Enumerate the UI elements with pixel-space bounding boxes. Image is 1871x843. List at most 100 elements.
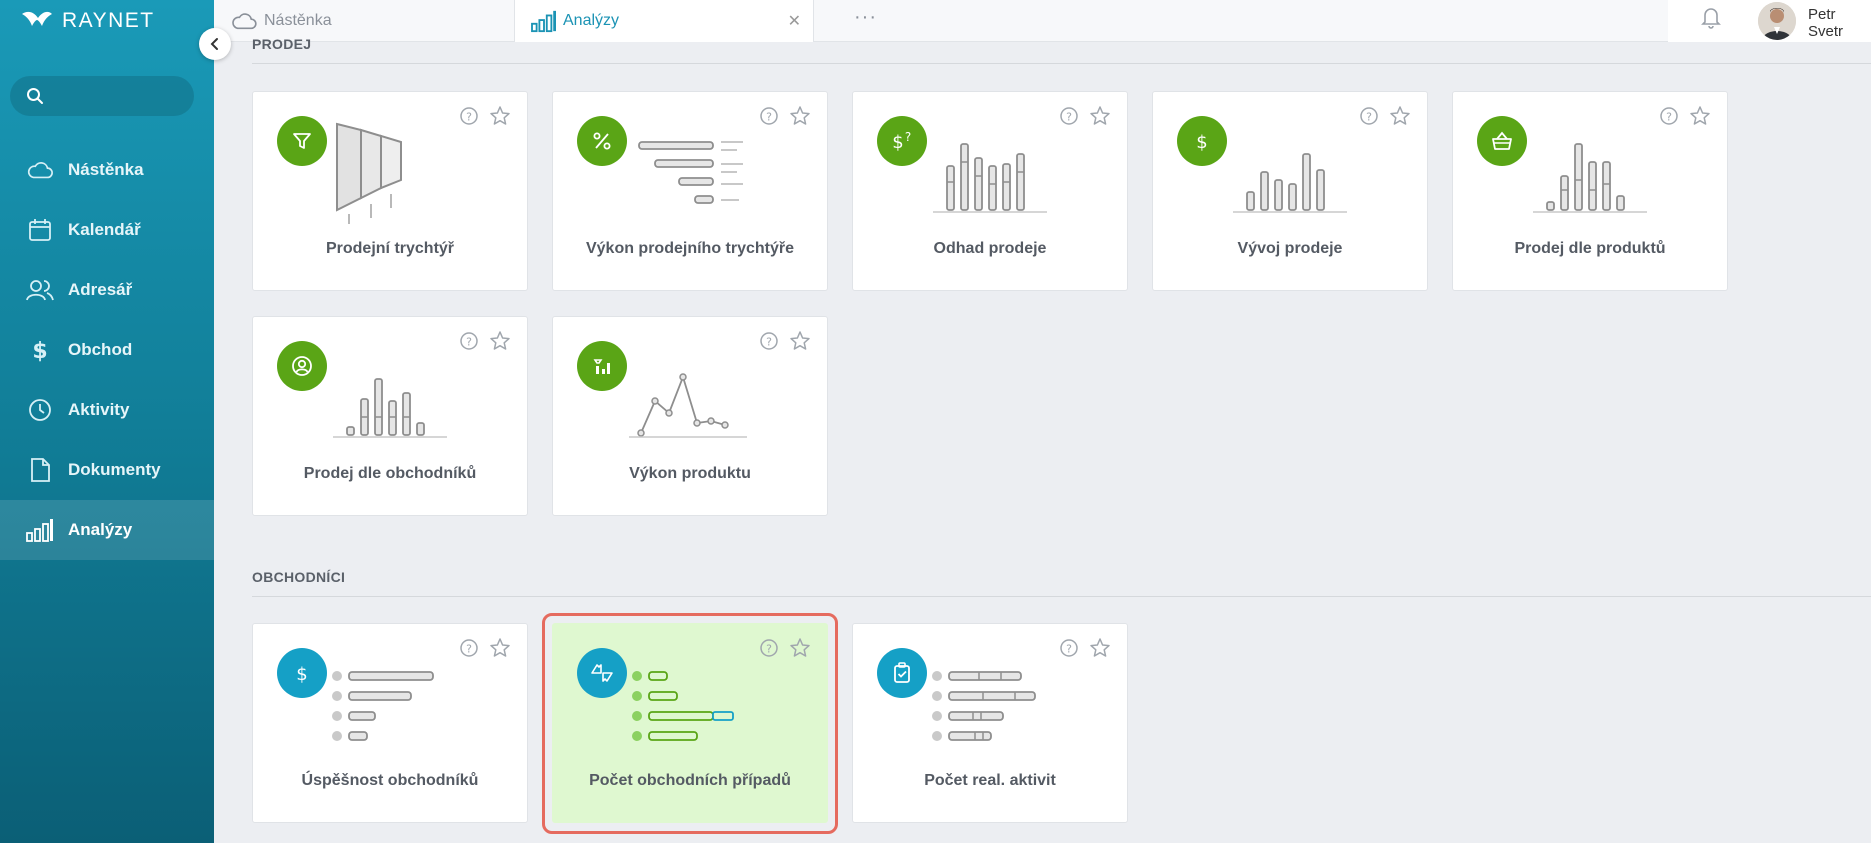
bar-chart-icon bbox=[531, 10, 556, 33]
logo-text: RAYNET bbox=[62, 9, 155, 32]
card-prodejni-trychtyr[interactable]: ? Prodejní trychtýř bbox=[252, 91, 528, 291]
card-uspesnost-obchodniku[interactable]: $ ? Úspěšnost obchodníků bbox=[252, 623, 528, 823]
card-prodej-dle-produktu[interactable]: ? Prodej dle produktů bbox=[1452, 91, 1728, 291]
star-icon[interactable] bbox=[489, 330, 511, 352]
sidebar-item-kalendar[interactable]: Kalendář bbox=[0, 200, 214, 260]
sidebar-item-analyzy[interactable]: Analýzy bbox=[0, 500, 214, 560]
user-area: Petr Svetr bbox=[1668, 0, 1871, 42]
funnel-icon bbox=[277, 116, 327, 166]
search-icon bbox=[27, 88, 43, 104]
section-divider bbox=[252, 63, 1871, 64]
chevron-left-icon bbox=[210, 38, 218, 50]
card-vyvoj-prodeje[interactable]: $ ? Vývoj prodeje bbox=[1152, 91, 1428, 291]
funnel-illustration bbox=[336, 122, 402, 224]
help-icon[interactable]: ? bbox=[1659, 106, 1679, 126]
sidebar-item-label: Nástěnka bbox=[68, 160, 144, 179]
card-pocet-real-aktivit[interactable]: ? Počet real. aktivit bbox=[852, 623, 1128, 823]
star-icon[interactable] bbox=[789, 330, 811, 352]
user-photo-icon bbox=[1758, 2, 1796, 40]
sidebar-item-nastenka[interactable]: Nástěnka bbox=[0, 140, 214, 200]
svg-text:?: ? bbox=[1066, 111, 1072, 124]
card-label: Prodej dle obchodníků bbox=[303, 465, 477, 482]
card-label: Úspěšnost obchodníků bbox=[301, 772, 479, 789]
sidebar-nav: Nástěnka Kalendář Adresář $ Obchod Aktiv… bbox=[0, 140, 214, 560]
calendar-icon bbox=[29, 219, 51, 241]
dollar-icon: $ bbox=[277, 648, 327, 698]
tab-label: Nástěnka bbox=[264, 12, 332, 29]
user-name[interactable]: Petr Svetr bbox=[1808, 6, 1871, 40]
sidebar-item-aktivity[interactable]: Aktivity bbox=[0, 380, 214, 440]
clock-icon bbox=[29, 399, 51, 421]
help-icon[interactable]: ? bbox=[459, 638, 479, 658]
raynet-logo-icon bbox=[22, 11, 52, 26]
card-vykon-prodejniho-trychtyre[interactable]: ? Výkon prodejního trychtýře bbox=[552, 91, 828, 291]
svg-text:$: $ bbox=[892, 132, 903, 153]
svg-text:?: ? bbox=[1666, 111, 1672, 124]
sales-by-salesperson-illustration bbox=[333, 378, 447, 438]
basket-icon bbox=[1477, 116, 1527, 166]
card-prodej-dle-obchodniku[interactable]: ? Prodej dle obchodníků bbox=[252, 316, 528, 516]
search-box[interactable] bbox=[10, 76, 194, 116]
star-icon[interactable] bbox=[489, 637, 511, 659]
card-label: Prodejní trychtýř bbox=[325, 240, 455, 257]
contacts-icon bbox=[26, 280, 54, 301]
tab-label: Analýzy bbox=[563, 12, 620, 29]
help-icon[interactable]: ? bbox=[1059, 638, 1079, 658]
svg-text:?: ? bbox=[1366, 111, 1372, 124]
star-icon[interactable] bbox=[1389, 105, 1411, 127]
activity-count-illustration bbox=[932, 671, 1036, 741]
more-tabs-icon[interactable]: ··· bbox=[854, 6, 877, 29]
sidebar-item-label: Obchod bbox=[68, 340, 133, 359]
cloud-icon bbox=[232, 13, 257, 30]
funnel-performance-illustration bbox=[638, 141, 743, 204]
help-icon[interactable]: ? bbox=[759, 106, 779, 126]
star-icon[interactable] bbox=[489, 105, 511, 127]
bell-icon[interactable] bbox=[1700, 4, 1722, 30]
clipboard-check-icon bbox=[877, 648, 927, 698]
card-odhad-prodeje[interactable]: $? ? Odhad prodeje bbox=[852, 91, 1128, 291]
avatar[interactable] bbox=[1758, 2, 1796, 40]
section-divider bbox=[252, 596, 1871, 597]
card-label: Vývoj prodeje bbox=[1237, 240, 1343, 257]
help-icon[interactable]: ? bbox=[759, 331, 779, 351]
svg-text:$: $ bbox=[296, 664, 307, 685]
sales-by-product-illustration bbox=[1533, 143, 1647, 213]
highlight-outline bbox=[542, 613, 838, 834]
sidebar-item-obchod[interactable]: $ Obchod bbox=[0, 320, 214, 380]
close-icon[interactable]: ✕ bbox=[788, 11, 801, 31]
sidebar-collapse-button[interactable] bbox=[199, 28, 231, 60]
dollar-question-icon: $? bbox=[877, 116, 927, 166]
star-icon[interactable] bbox=[1689, 105, 1711, 127]
tab-analyzy[interactable]: Analýzy ✕ bbox=[514, 0, 814, 42]
dollar-icon: $ bbox=[32, 339, 47, 364]
logo[interactable]: RAYNET bbox=[20, 8, 155, 34]
salesperson-success-illustration bbox=[332, 671, 434, 741]
help-icon[interactable]: ? bbox=[459, 106, 479, 126]
svg-text:?: ? bbox=[466, 336, 472, 349]
section-title-prodej: PRODEJ bbox=[252, 36, 312, 52]
star-icon[interactable] bbox=[789, 105, 811, 127]
sidebar: RAYNET Nástěnka Kalendář Adresář $ Obcho… bbox=[0, 0, 214, 843]
document-icon bbox=[31, 458, 50, 482]
sidebar-item-label: Dokumenty bbox=[68, 460, 161, 479]
card-label: Výkon produktu bbox=[629, 465, 751, 482]
sidebar-item-dokumenty[interactable]: Dokumenty bbox=[0, 440, 214, 500]
percent-icon bbox=[577, 116, 627, 166]
help-icon[interactable]: ? bbox=[1359, 106, 1379, 126]
sales-trend-illustration bbox=[1233, 153, 1347, 213]
star-icon[interactable] bbox=[1089, 105, 1111, 127]
sidebar-item-adresar[interactable]: Adresář bbox=[0, 260, 214, 320]
sales-estimate-illustration bbox=[933, 143, 1047, 213]
help-icon[interactable]: ? bbox=[459, 331, 479, 351]
svg-text:$: $ bbox=[1196, 132, 1207, 153]
user-circle-icon bbox=[277, 341, 327, 391]
star-icon[interactable] bbox=[1089, 637, 1111, 659]
card-label: Odhad prodeje bbox=[933, 240, 1047, 257]
product-performance-illustration bbox=[629, 373, 747, 438]
help-icon[interactable]: ? bbox=[1059, 106, 1079, 126]
card-vykon-produktu[interactable]: ? Výkon produktu bbox=[552, 316, 828, 516]
bar-chart-icon bbox=[26, 519, 53, 542]
section-title-obchodnici: OBCHODNÍCI bbox=[252, 569, 346, 585]
search-input[interactable] bbox=[52, 88, 192, 104]
card-label: Počet real. aktivit bbox=[924, 772, 1056, 789]
